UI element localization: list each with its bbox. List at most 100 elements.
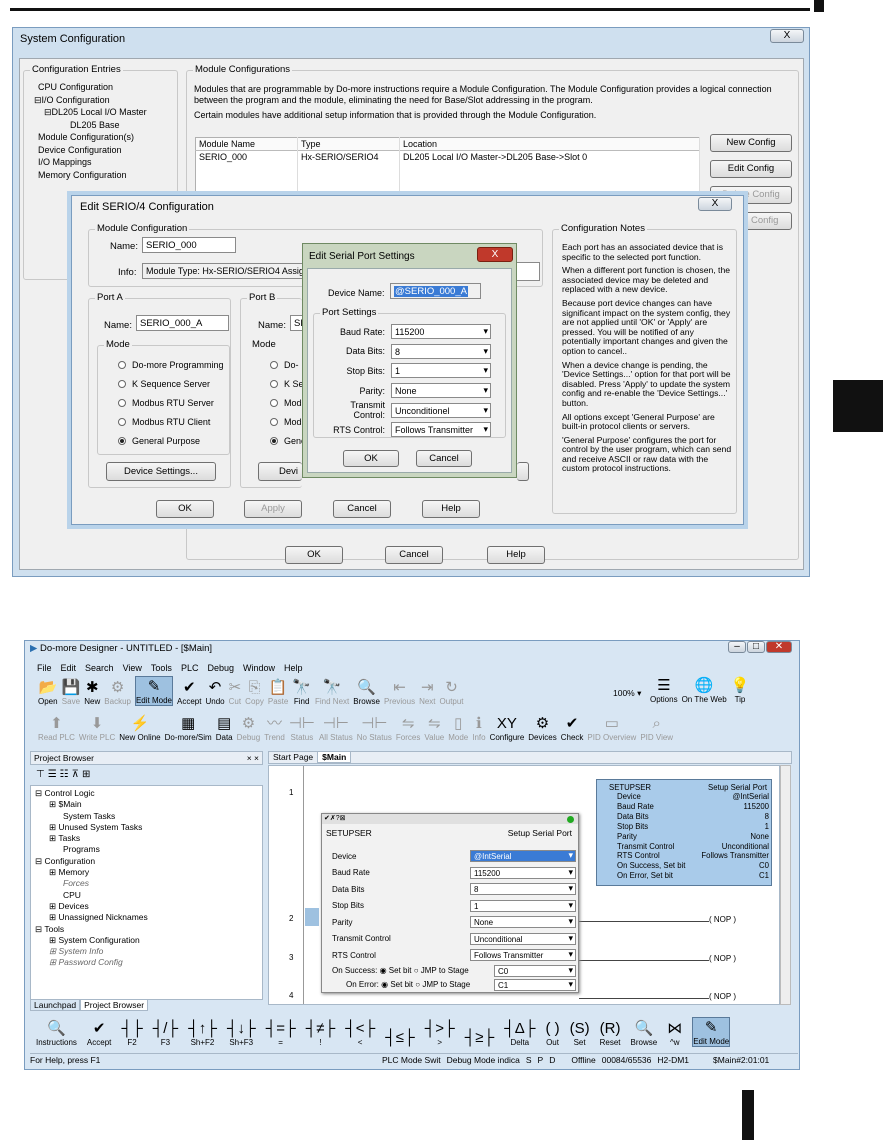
parity-select[interactable]: None	[470, 916, 576, 929]
tab-project-browser[interactable]: Project Browser	[80, 999, 149, 1011]
close-icon[interactable]: × ×	[247, 752, 259, 764]
item-button[interactable]: ┤=├ =	[266, 1019, 296, 1047]
backup-button[interactable]: ⚙ Backup	[104, 678, 131, 706]
stop-bits-select[interactable]: 1	[470, 899, 576, 912]
menu-item[interactable]: Tools	[151, 663, 172, 673]
tree-item[interactable]: CPU	[35, 890, 258, 901]
devices-button[interactable]: ⚙ Devices	[528, 714, 556, 742]
read-plc-button[interactable]: ⬆ Read PLC	[38, 714, 75, 742]
undo-button[interactable]: ↶ Undo	[205, 678, 224, 706]
debug-button[interactable]: ⚙ Debug	[237, 714, 261, 742]
device-settings-button[interactable]: Devi	[258, 462, 302, 481]
mode-option[interactable]: Do-more Programming	[118, 356, 224, 375]
browse-button[interactable]: 🔍 Browse	[631, 1019, 658, 1047]
tip-button[interactable]: 💡 Tip	[731, 676, 750, 704]
mode-option[interactable]: Modbus RTU Server	[118, 394, 224, 413]
check-button[interactable]: ✔ Check	[561, 714, 584, 742]
tree-item[interactable]: Device Configuration	[28, 144, 147, 157]
ok-button[interactable]: OK	[156, 500, 214, 518]
cancel-button[interactable]: Cancel	[385, 546, 443, 564]
save-button[interactable]: 💾 Save	[62, 678, 81, 706]
tab-main[interactable]: $Main	[317, 751, 352, 763]
menu-item[interactable]: PLC	[181, 663, 199, 673]
item-button[interactable]: ┤≥├	[465, 1028, 495, 1047]
reset-button[interactable]: (R) Reset	[600, 1019, 621, 1047]
menu-item[interactable]: Search	[85, 663, 114, 673]
tree-item[interactable]: ⊟DL205 Local I/O Master	[28, 106, 147, 119]
tree-item[interactable]: ⊞ Unassigned Nicknames	[35, 912, 258, 923]
tree-item[interactable]: ⊞ System Info	[35, 946, 258, 957]
ok-button[interactable]: OK	[343, 450, 399, 467]
accept-button[interactable]: ✔ Accept	[177, 678, 201, 706]
name-field[interactable]: SERIO_000	[142, 237, 236, 253]
tree-item[interactable]: DL205 Base	[28, 119, 147, 132]
rts-control-select[interactable]: Follows Transmitter	[391, 422, 491, 438]
item-button[interactable]: ┤>├ >	[425, 1019, 455, 1047]
port-b-name-field[interactable]: SE	[290, 315, 302, 331]
baud-rate-select[interactable]: 115200	[391, 324, 491, 340]
pid-view-button[interactable]: ⌕ PID View	[640, 714, 673, 742]
column-header[interactable]: Type	[297, 137, 400, 151]
sh-f3-button[interactable]: ┤↓├ Sh+F3	[227, 1019, 256, 1047]
editor-toolbar[interactable]: ✔✗?⊠	[322, 814, 578, 824]
menu-item[interactable]: File	[37, 663, 52, 673]
new-online-button[interactable]: ⚡ New Online	[119, 714, 160, 742]
edit-mode-button[interactable]: ✎ Edit Mode	[134, 676, 173, 706]
mode-option[interactable]: General Purpose	[118, 432, 224, 451]
item-button[interactable]: ┤<├ <	[345, 1019, 375, 1047]
on-the-web-button[interactable]: 🌐 On The Web	[682, 676, 727, 704]
tree-item[interactable]: ⊞ System Configuration	[35, 935, 258, 946]
forces-button[interactable]: ⇋ Forces	[396, 714, 420, 742]
instructions-button[interactable]: 🔍 Instructions	[36, 1019, 77, 1047]
options-button[interactable]: ☰ Options	[650, 676, 678, 704]
cancel-button[interactable]: Cancel	[416, 450, 472, 467]
menu-item[interactable]: Help	[284, 663, 303, 673]
mode-option[interactable]: K Sequence Server	[118, 375, 224, 394]
mode-option[interactable]: Modbus RTU Client	[118, 413, 224, 432]
zoom-select[interactable]: 100% ▾	[613, 688, 641, 699]
column-header[interactable]: Module Name	[195, 137, 298, 151]
f2-button[interactable]: ┤├ F2	[121, 1019, 142, 1047]
menu-item[interactable]: Debug	[207, 663, 234, 673]
apply-button[interactable]: Apply	[244, 500, 302, 518]
cut-button[interactable]: ✂ Cut	[229, 678, 242, 706]
value-button[interactable]: ⇋ Value	[424, 714, 444, 742]
mode-button[interactable]: ▯ Mode	[448, 714, 468, 742]
next-button[interactable]: ⇥ Next	[419, 678, 435, 706]
copy-button[interactable]: ⎘ Copy	[245, 678, 264, 706]
configure-button[interactable]: XY Configure	[490, 714, 525, 742]
info-button[interactable]: ℹ Info	[472, 714, 485, 742]
port-a-name-field[interactable]: SERIO_000_A	[136, 315, 229, 331]
tree-item[interactable]: ⊟ Tools	[35, 924, 258, 935]
sh-f2-button[interactable]: ┤↑├ Sh+F2	[188, 1019, 217, 1047]
vertical-scrollbar[interactable]	[780, 765, 791, 1005]
item-button[interactable]: ┤≠├!	[306, 1019, 336, 1047]
device-settings-button[interactable]: Device Settings...	[106, 462, 216, 481]
set-button[interactable]: (S) Set	[570, 1019, 590, 1047]
out-button[interactable]: ( ) Out	[545, 1019, 559, 1047]
tree-item[interactable]: ⊞ Unused System Tasks	[35, 822, 258, 833]
menu-item[interactable]: View	[123, 663, 142, 673]
tree-item[interactable]: ⊞ $Main	[35, 799, 258, 810]
do-more-sim-button[interactable]: ▦ Do-more/Sim	[165, 714, 212, 742]
tree-item[interactable]: ⊟ Control Logic	[35, 788, 258, 799]
pid-overview-button[interactable]: ▭ PID Overview	[587, 714, 636, 742]
tree-item[interactable]: ⊟ Configuration	[35, 856, 258, 867]
close-button[interactable]: X	[770, 29, 804, 43]
error-bit-field[interactable]: C1	[494, 979, 576, 991]
write-plc-button[interactable]: ⬇ Write PLC	[79, 714, 115, 742]
stop-bits-select[interactable]: 1	[391, 363, 491, 379]
parity-select[interactable]: None	[391, 383, 491, 399]
transmit-control-select[interactable]: Unconditionel	[391, 402, 491, 418]
open-button[interactable]: 📂 Open	[38, 678, 58, 706]
tree-item[interactable]: ⊞ Tasks	[35, 833, 258, 844]
status-button[interactable]: ⊣⊢ Status	[289, 714, 315, 742]
column-header[interactable]: Location	[399, 137, 700, 151]
tree-item[interactable]: ⊞ Memory	[35, 867, 258, 878]
device-select[interactable]: @IntSerial	[470, 850, 576, 863]
find-next-button[interactable]: 🔭 Find Next	[315, 678, 349, 706]
data-bits-select[interactable]: 8	[470, 883, 576, 896]
find-button[interactable]: 🔭 Find	[292, 678, 311, 706]
tree-item[interactable]: ⊟I/O Configuration	[28, 94, 147, 107]
close-button[interactable]: X	[477, 247, 513, 262]
